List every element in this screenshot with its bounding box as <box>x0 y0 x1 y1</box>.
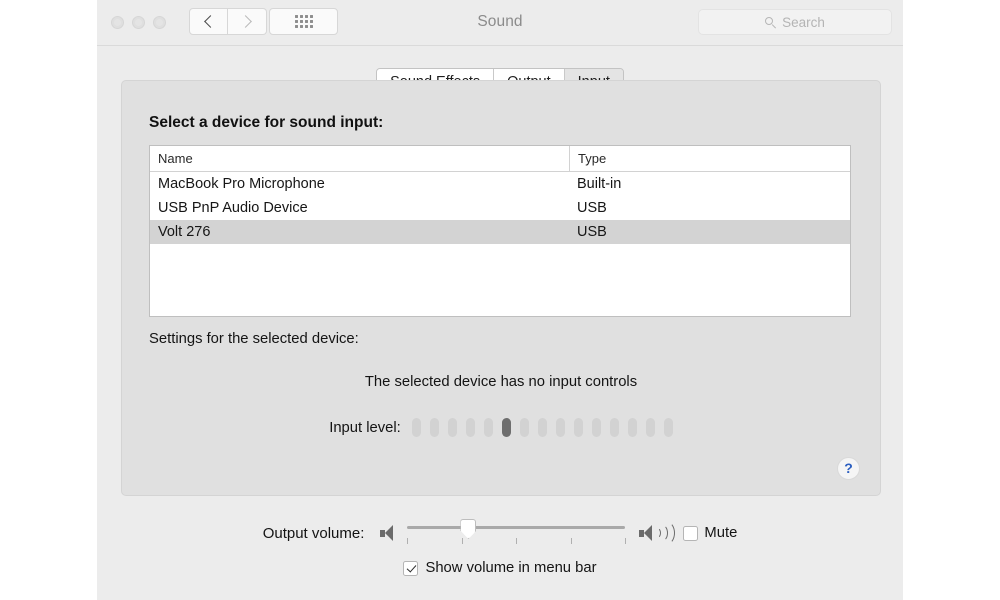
slider-track <box>407 526 626 529</box>
column-header-name[interactable]: Name <box>150 146 569 171</box>
show-volume-label: Show volume in menu bar <box>425 560 597 576</box>
input-level-segment <box>555 418 565 437</box>
output-volume-row: Output volume: Mute <box>97 519 903 546</box>
device-type: USB <box>577 200 607 216</box>
input-level-segment <box>645 418 655 437</box>
input-level-segment <box>429 418 439 437</box>
input-level-segment <box>501 418 511 437</box>
table-row[interactable]: MacBook Pro Microphone Built-in <box>150 172 850 196</box>
input-level-segment <box>447 418 457 437</box>
device-name: Volt 276 <box>158 224 211 240</box>
input-level-segment <box>483 418 493 437</box>
show-volume-checkbox[interactable] <box>403 560 419 576</box>
section-title: Select a device for sound input: <box>149 114 384 131</box>
input-level-row: Input level: <box>122 418 880 437</box>
input-level-segment <box>591 418 601 437</box>
output-volume-slider[interactable] <box>407 519 627 546</box>
device-name: MacBook Pro Microphone <box>158 176 325 192</box>
mute-control[interactable]: Mute <box>683 525 737 541</box>
speaker-waves-icon <box>653 521 676 545</box>
no-input-controls-message: The selected device has no input control… <box>364 374 638 390</box>
search-icon <box>765 16 776 28</box>
settings-label: Settings for the selected device: <box>149 331 359 347</box>
search-placeholder: Search <box>782 14 825 30</box>
speaker-low-icon <box>380 525 394 541</box>
device-type: Built-in <box>577 176 622 192</box>
input-settings-panel: Select a device for sound input: Name Ty… <box>121 80 881 496</box>
input-level-segment <box>465 418 475 437</box>
mute-checkbox[interactable] <box>683 525 699 541</box>
input-level-segment <box>519 418 529 437</box>
table-row[interactable]: Volt 276 USB <box>150 220 850 244</box>
table-header: Name Type <box>150 146 850 172</box>
device-name: USB PnP Audio Device <box>158 200 308 216</box>
input-device-table[interactable]: Name Type MacBook Pro Microphone Built-i… <box>149 145 851 317</box>
slider-ticks <box>407 538 627 544</box>
column-header-type[interactable]: Type <box>569 146 850 171</box>
show-volume-row[interactable]: Show volume in menu bar <box>97 560 903 576</box>
input-level-segment <box>627 418 637 437</box>
input-level-segment <box>663 418 673 437</box>
input-level-segment <box>609 418 619 437</box>
input-level-label: Input level: <box>329 419 401 436</box>
window-titlebar: Sound Search <box>97 0 903 46</box>
input-level-segment <box>411 418 421 437</box>
slider-knob[interactable] <box>460 519 477 539</box>
mute-label: Mute <box>704 525 738 541</box>
output-volume-label: Output volume: <box>262 524 365 542</box>
search-input[interactable]: Search <box>698 9 892 35</box>
speaker-high-icon <box>639 525 653 541</box>
device-type: USB <box>577 224 607 240</box>
input-level-meter <box>411 418 673 437</box>
table-row[interactable]: USB PnP Audio Device USB <box>150 196 850 220</box>
input-level-segment <box>573 418 583 437</box>
input-level-segment <box>537 418 547 437</box>
help-button[interactable]: ? <box>837 457 860 480</box>
sound-preferences-window: Sound Search Sound Effects Output Input … <box>97 0 903 600</box>
